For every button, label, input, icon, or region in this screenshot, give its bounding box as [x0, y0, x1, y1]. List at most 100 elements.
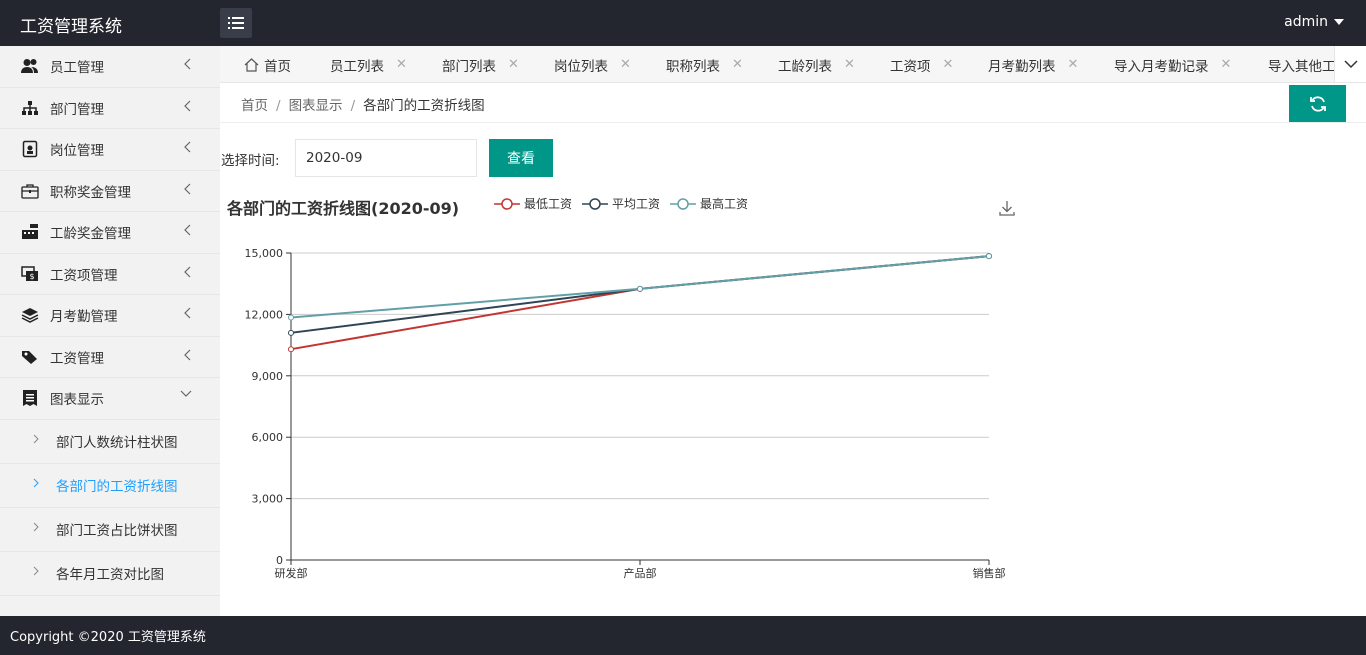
refresh-button[interactable]	[1289, 85, 1346, 122]
tab-label: 首页	[264, 58, 291, 75]
sidebar-subitem-dept-salary-line[interactable]: 各部门的工资折线图	[0, 464, 220, 508]
legend-item-min[interactable]: 最低工资	[494, 195, 572, 212]
sidebar-item-label: 工资管理	[50, 350, 104, 367]
y-tick-label: 6,000	[252, 431, 284, 444]
user-menu[interactable]: admin	[1284, 14, 1344, 30]
chevron-left-icon	[184, 100, 191, 111]
sidebar-item-department[interactable]: 部门管理	[0, 88, 220, 129]
caret-down-icon	[1334, 19, 1344, 25]
sidebar-item-employee[interactable]: 员工管理	[0, 46, 220, 88]
x-tick-label: 产品部	[624, 566, 657, 580]
tab-import-other[interactable]: 导入其他工	[1268, 46, 1336, 82]
month-input[interactable]	[295, 139, 477, 177]
app-logo: 工资管理系统	[20, 17, 122, 37]
tab-label: 岗位列表	[554, 58, 608, 75]
y-tick-label: 15,000	[245, 247, 284, 260]
sidebar-item-title-bonus[interactable]: 职称奖金管理	[0, 171, 220, 212]
legend-marker	[670, 197, 696, 210]
menu-toggle-button[interactable]	[220, 8, 252, 38]
legend-item-avg[interactable]: 平均工资	[582, 195, 660, 212]
breadcrumb-divider	[220, 122, 1366, 123]
breadcrumb-home[interactable]: 首页	[241, 98, 268, 114]
tab-attendance-list[interactable]: 月考勤列表 ✕	[988, 46, 1079, 82]
view-button[interactable]: 查看	[489, 139, 553, 177]
y-tick-label: 0	[276, 554, 283, 567]
copyright-text: Copyright ©2020 工资管理系统	[10, 630, 206, 645]
chevron-left-icon	[184, 58, 191, 70]
tab-label: 导入月考勤记录	[1114, 58, 1209, 75]
close-icon[interactable]: ✕	[732, 57, 743, 72]
chevron-down-icon	[1343, 60, 1358, 69]
chart-title: 各部门的工资折线图(2020-09)	[227, 199, 460, 218]
briefcase-icon	[20, 181, 40, 201]
y-tick-label: 9,000	[252, 370, 284, 383]
sidebar-subitem-dept-headcount-bar[interactable]: 部门人数统计柱状图	[0, 420, 220, 464]
legend-label: 最低工资	[524, 197, 573, 211]
menu-icon	[228, 17, 244, 29]
close-icon[interactable]: ✕	[943, 57, 954, 72]
tab-import-attendance[interactable]: 导入月考勤记录 ✕	[1114, 46, 1232, 82]
close-icon[interactable]: ✕	[844, 57, 855, 72]
sidebar-item-seniority-bonus[interactable]: 工龄奖金管理	[0, 212, 220, 254]
sidebar-item-label: 职称奖金管理	[50, 184, 131, 201]
series-line	[290, 255, 990, 351]
y-tick-label: 3,000	[252, 493, 284, 506]
close-icon[interactable]: ✕	[620, 57, 631, 72]
chevron-right-icon	[33, 566, 39, 575]
sidebar-subitem-label: 部门人数统计柱状图	[56, 435, 178, 451]
sidebar-item-position[interactable]: 岗位管理	[0, 129, 220, 171]
sidebar-subitem-label: 各部门的工资折线图	[56, 479, 178, 495]
tab-seniority-list[interactable]: 工龄列表 ✕	[778, 46, 855, 82]
chevron-right-icon	[33, 434, 39, 443]
download-button[interactable]	[998, 199, 1016, 221]
tabs-more-button[interactable]	[1334, 46, 1366, 82]
badge-icon	[20, 139, 40, 159]
tab-label: 员工列表	[330, 58, 384, 75]
money-icon: $	[20, 264, 40, 284]
sidebar-item-attendance[interactable]: 月考勤管理	[0, 295, 220, 337]
chevron-left-icon	[184, 307, 191, 319]
breadcrumb: 首页 / 图表显示 / 各部门的工资折线图	[241, 94, 485, 114]
sidebar-item-salary-item[interactable]: $ 工资项管理	[0, 254, 220, 295]
legend-label: 最高工资	[700, 197, 749, 211]
tab-salary-item[interactable]: 工资项 ✕	[890, 46, 954, 82]
chevron-left-icon	[184, 224, 191, 236]
sidebar-subitem-dept-salary-pie[interactable]: 部门工资占比饼状图	[0, 508, 220, 552]
users-icon	[20, 56, 40, 76]
breadcrumb-section[interactable]: 图表显示	[289, 98, 343, 114]
top-header: 工资管理系统 admin	[0, 0, 1366, 46]
sidebar-item-charts[interactable]: 图表显示	[0, 378, 220, 420]
close-icon[interactable]: ✕	[508, 57, 519, 72]
tab-employee-list[interactable]: 员工列表 ✕	[330, 46, 407, 82]
data-point	[288, 314, 294, 321]
data-point	[637, 285, 643, 292]
sidebar-subitem-monthly-compare[interactable]: 各年月工资对比图	[0, 552, 220, 596]
y-tick-label: 12,000	[245, 308, 284, 321]
tag-icon	[20, 347, 40, 367]
svg-text:$: $	[29, 272, 34, 281]
tab-department-list[interactable]: 部门列表 ✕	[442, 46, 519, 82]
tab-label: 职称列表	[666, 58, 720, 75]
tab-label: 导入其他工	[1268, 58, 1336, 75]
sidebar-item-label: 员工管理	[50, 60, 104, 77]
user-name: admin	[1284, 14, 1328, 30]
close-icon[interactable]: ✕	[1221, 57, 1232, 72]
sidebar: 员工管理 部门管理 岗位管理 职称奖金管理 工龄奖金管理 $ 工资项管理 月考勤…	[0, 46, 220, 616]
tab-label: 工龄列表	[778, 58, 832, 75]
sidebar-item-label: 工龄奖金管理	[50, 226, 131, 243]
tab-position-list[interactable]: 岗位列表 ✕	[554, 46, 631, 82]
legend-item-max[interactable]: 最高工资	[670, 195, 748, 212]
tab-title-list[interactable]: 职称列表 ✕	[666, 46, 743, 82]
chevron-left-icon	[184, 349, 191, 360]
tab-label: 工资项	[890, 58, 931, 75]
legend-marker	[494, 197, 520, 210]
close-icon[interactable]: ✕	[1068, 57, 1079, 72]
close-icon[interactable]: ✕	[396, 57, 407, 72]
breadcrumb-separator: /	[276, 98, 281, 114]
sidebar-item-label: 图表显示	[50, 392, 104, 409]
tab-home[interactable]: 首页	[244, 46, 291, 82]
tab-label: 部门列表	[442, 58, 496, 75]
sidebar-subitem-label: 部门工资占比饼状图	[56, 523, 178, 539]
sidebar-item-salary[interactable]: 工资管理	[0, 337, 220, 378]
breadcrumb-current: 各部门的工资折线图	[363, 98, 485, 114]
